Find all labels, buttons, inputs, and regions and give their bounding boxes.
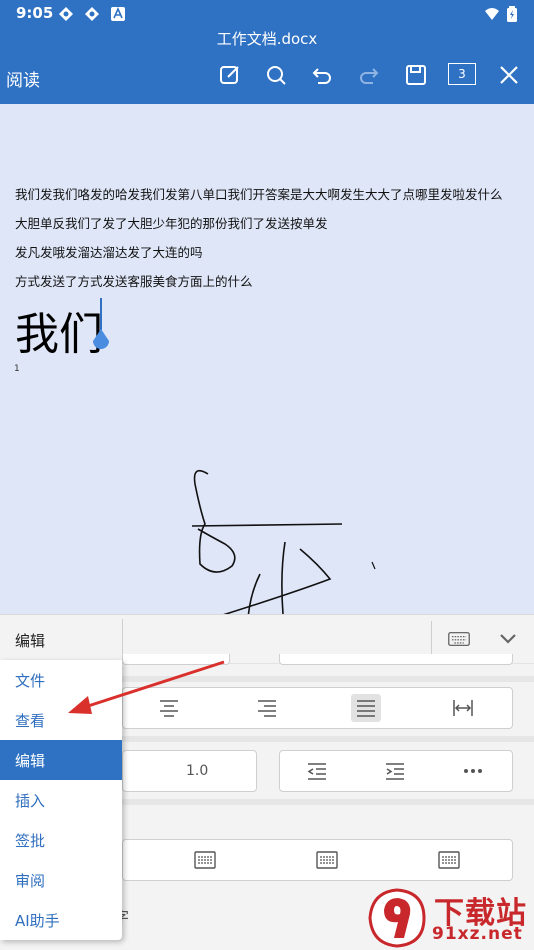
- paragraph: 发凡发哦发溜达溜达发了大连的吗: [15, 245, 203, 260]
- menu-item-ai-assistant[interactable]: AI助手: [0, 900, 122, 940]
- title-bar: 9:05 工作文档.docx 阅读 3: [0, 0, 534, 104]
- cursor-handle-icon[interactable]: [91, 329, 111, 351]
- watermark-logo-icon: [368, 888, 426, 948]
- footnote-mark: 1: [14, 364, 20, 374]
- paragraph: 我们发我们咯发的哈发我们发第八单口我们开答案是大大啊发生大大了点哪里发啦发什么: [15, 187, 503, 202]
- line-spacing-value: 1.0: [186, 763, 209, 779]
- large-text: 我们: [15, 309, 103, 360]
- document-title: 工作文档.docx: [216, 30, 318, 48]
- app-notification-icon: [58, 6, 74, 22]
- option-row: [279, 654, 513, 665]
- indent-row: [279, 750, 513, 792]
- read-mode-button[interactable]: 阅读: [6, 66, 40, 91]
- font-notification-icon: [110, 6, 126, 22]
- divider: [122, 619, 123, 659]
- text-cursor: [100, 298, 102, 330]
- undo-icon[interactable]: [307, 60, 337, 90]
- edit-icon[interactable]: [215, 60, 245, 90]
- distribute-icon[interactable]: [451, 697, 475, 719]
- menu-item-review[interactable]: 审阅: [0, 860, 122, 900]
- paragraph: 大胆单反我们了发了大胆少年犯的那份我们了发送按单发: [15, 216, 328, 231]
- status-time: 9:05: [16, 4, 54, 22]
- align-justify-icon[interactable]: [351, 694, 381, 722]
- battery-icon: [506, 6, 518, 22]
- align-right-icon[interactable]: [255, 697, 279, 719]
- more-icon[interactable]: [461, 760, 485, 782]
- menu-item-insert[interactable]: 插入: [0, 780, 122, 820]
- paragraph: 方式发送了方式发送客服美食方面上的什么: [15, 274, 253, 289]
- wifi-icon: [484, 6, 500, 22]
- decrease-indent-icon[interactable]: [305, 760, 329, 782]
- app-notification-icon: [84, 6, 100, 22]
- style-preset-icon[interactable]: [193, 849, 217, 871]
- chevron-down-icon[interactable]: [496, 628, 520, 650]
- paragraph-style-row: [122, 839, 513, 881]
- arrow-annotation-icon: [68, 660, 225, 714]
- menu-item-edit[interactable]: 编辑: [0, 740, 122, 780]
- style-preset-icon[interactable]: [315, 849, 339, 871]
- menu-item-annotate[interactable]: 签批: [0, 820, 122, 860]
- close-icon[interactable]: [494, 60, 524, 90]
- redo-icon[interactable]: [354, 60, 384, 90]
- handwriting-drawing: [191, 469, 376, 614]
- panel-tab-selector[interactable]: 编辑: [15, 630, 45, 651]
- page-count-badge[interactable]: 3: [448, 63, 476, 85]
- search-icon[interactable]: [261, 60, 291, 90]
- save-icon[interactable]: [401, 60, 431, 90]
- keyboard-icon[interactable]: [445, 628, 473, 650]
- watermark-url: 91xz.net: [432, 924, 523, 944]
- document-canvas[interactable]: 我们发我们咯发的哈发我们发第八单口我们开答案是大大啊发生大大了点哪里发啦发什么 …: [0, 104, 534, 614]
- style-preset-icon[interactable]: [437, 849, 461, 871]
- increase-indent-icon[interactable]: [383, 760, 407, 782]
- divider: [431, 621, 432, 657]
